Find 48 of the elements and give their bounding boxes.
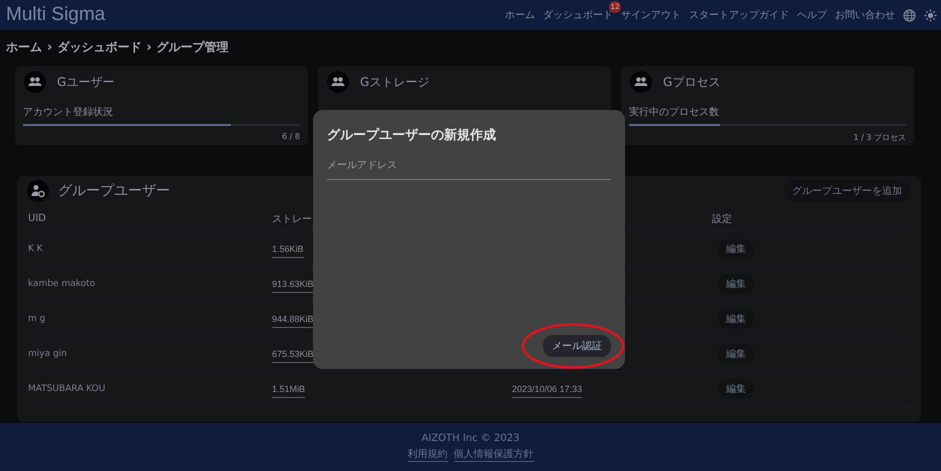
table-cell-text: K K [28, 244, 44, 254]
verify-email-button[interactable]: メール認証 [543, 335, 611, 357]
breadcrumb-separator: › [47, 40, 52, 54]
footer-link[interactable]: 個人情報保護方針 [454, 446, 534, 462]
dialog-title: グループユーザーの新規作成 [327, 126, 497, 144]
globe-icon[interactable] [903, 8, 916, 22]
storage-value: 1.56KiB [272, 244, 304, 258]
nav-link[interactable]: お問い合わせ [835, 8, 895, 22]
card-title: Gユーザー [57, 74, 114, 90]
breadcrumb-separator: › [146, 40, 152, 54]
table-cell-text: miya gin [28, 349, 68, 359]
nav-link[interactable]: スタートアップガイド [689, 8, 789, 22]
table-cell-text: kambe makoto [28, 279, 96, 289]
sun-icon[interactable] [924, 8, 937, 22]
column-header: UID [28, 213, 47, 224]
breadcrumb-link[interactable]: ダッシュボード [57, 38, 142, 56]
card-reading: 1 / 3 プロセス [852, 132, 906, 143]
storage-value: 1.51MiB [272, 384, 306, 398]
card-reading: 6 / 8 [281, 132, 300, 141]
copyright-text: AIZOTH Inc © 2023 [422, 432, 520, 444]
breadcrumb-link[interactable]: グループ管理 [156, 38, 229, 56]
edit-button[interactable]: 編集 [718, 344, 754, 364]
edit-button[interactable]: 編集 [718, 274, 754, 294]
column-header: 設定 [712, 212, 733, 226]
card-label: アカウント登録状況 [23, 106, 114, 119]
breadcrumb-link[interactable]: ホーム [6, 38, 42, 56]
email-field[interactable]: メールアドレス [327, 160, 611, 180]
add-user-button[interactable]: グループユーザーを追加 [784, 180, 910, 202]
card-title: Gプロセス [663, 74, 720, 90]
people-icon [24, 71, 46, 93]
nav-link[interactable]: ホーム [505, 8, 535, 22]
nav-link[interactable]: サインアウト [621, 8, 681, 22]
edit-button[interactable]: 編集 [718, 379, 754, 399]
card-title: Gストレージ [360, 74, 430, 90]
date-value: 2023/10/06 17:33 [512, 384, 582, 398]
people-icon [630, 71, 652, 93]
people-icon [327, 71, 349, 93]
nav-link[interactable]: ヘルプ [797, 8, 827, 22]
column-header: ストレー [272, 212, 313, 226]
footer-link[interactable]: 利用規約 [408, 446, 448, 462]
user-gear-icon [27, 180, 49, 202]
card-label: 実行中のプロセス数 [629, 106, 720, 119]
table-cell-text: m g [28, 314, 46, 324]
table-title: グループユーザー [58, 182, 170, 200]
edit-button[interactable]: 編集 [718, 309, 754, 329]
table-cell-text: MATSUBARA KOU [28, 384, 106, 394]
brand-title: Multi Sigma [6, 4, 106, 26]
edit-button[interactable]: 編集 [718, 239, 754, 259]
